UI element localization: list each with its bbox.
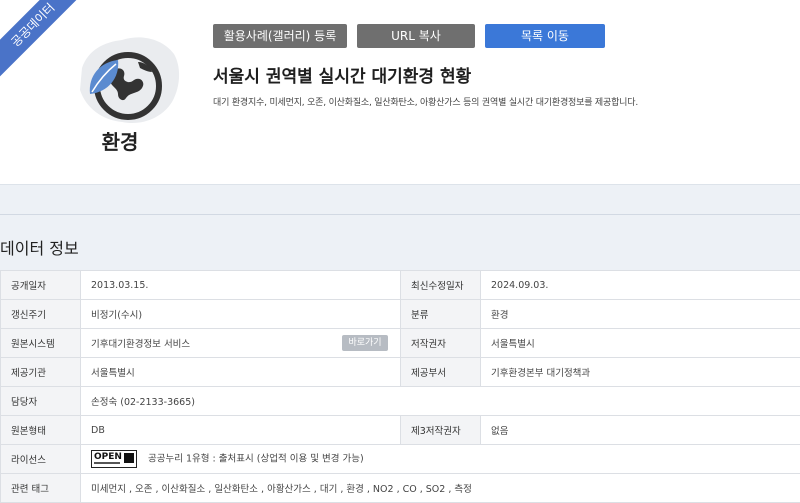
table-row: 제공기관 서울특별시 제공부서 기후환경본부 대기정책과: [1, 358, 800, 387]
table-row: 원본시스템 기후대기환경정보 서비스 바로가기 저작권자 서울특별시: [1, 329, 800, 358]
table-row: 공개일자 2013.03.15. 최신수정일자 2024.09.03.: [1, 271, 800, 300]
gallery-register-button[interactable]: 활용사례(갤러리) 등록: [213, 24, 347, 48]
tags-value: 미세먼지 , 오존 , 이산화질소 , 일산화탄소 , 아황산가스 , 대기 ,…: [81, 474, 800, 503]
category-label: 환경: [60, 126, 180, 155]
source-system-value: 기후대기환경정보 서비스: [91, 339, 190, 350]
update-cycle-value: 비정기(수시): [81, 300, 401, 329]
data-info-table: 공개일자 2013.03.15. 최신수정일자 2024.09.03. 갱신주기…: [0, 270, 800, 503]
copyright-value: 서울특별시: [481, 329, 800, 358]
license-value: 공공누리 1유형 : 출처표시 (상업적 이용 및 변경 가능): [148, 454, 364, 465]
table-row: 원본형태 DB 제3저작권자 없음: [1, 416, 800, 445]
last-modified-label: 최신수정일자: [401, 271, 481, 300]
license-label: 라이선스: [1, 445, 81, 474]
environment-globe-icon: [74, 28, 184, 133]
provider-value: 서울특별시: [81, 358, 401, 387]
section-divider: [0, 214, 800, 215]
source-system-cell: 기후대기환경정보 서비스 바로가기: [81, 329, 401, 358]
format-label: 원본형태: [1, 416, 81, 445]
go-to-source-button[interactable]: 바로가기: [342, 335, 388, 351]
last-modified-value: 2024.09.03.: [481, 271, 800, 300]
section-title: 데이터 정보: [0, 235, 79, 259]
dept-label: 제공부서: [401, 358, 481, 387]
third-party-label: 제3저작권자: [401, 416, 481, 445]
dataset-header-card: 공공데이터 환경 활용사례(갤러리) 등록 URL 복사 목록 이동 서울시 권…: [0, 0, 800, 185]
provider-label: 제공기관: [1, 358, 81, 387]
copyright-label: 저작권자: [401, 329, 481, 358]
contact-label: 담당자: [1, 387, 81, 416]
source-system-label: 원본시스템: [1, 329, 81, 358]
table-row: 담당자 손정숙 (02-2133-3665): [1, 387, 800, 416]
url-copy-button[interactable]: URL 복사: [357, 24, 475, 48]
table-row: 갱신주기 비정기(수시) 분류 환경: [1, 300, 800, 329]
dept-value: 기후환경본부 대기정책과: [481, 358, 800, 387]
tags-label: 관련 태그: [1, 474, 81, 503]
category-field-label: 분류: [401, 300, 481, 329]
public-date-value: 2013.03.15.: [81, 271, 401, 300]
format-value: DB: [81, 416, 401, 445]
table-row: 관련 태그 미세먼지 , 오존 , 이산화질소 , 일산화탄소 , 아황산가스 …: [1, 474, 800, 503]
dataset-title: 서울시 권역별 실시간 대기환경 현황: [213, 62, 471, 87]
open-license-icon: OPEN: [91, 450, 137, 468]
third-party-value: 없음: [481, 416, 800, 445]
public-date-label: 공개일자: [1, 271, 81, 300]
list-move-button[interactable]: 목록 이동: [485, 24, 605, 48]
category-field-value: 환경: [481, 300, 800, 329]
table-row: 라이선스 OPEN 공공누리 1유형 : 출처표시 (상업적 이용 및 변경 가…: [1, 445, 800, 474]
license-cell: OPEN 공공누리 1유형 : 출처표시 (상업적 이용 및 변경 가능): [81, 445, 800, 474]
dataset-description: 대기 환경지수, 미세먼지, 오존, 이산화질소, 일산화탄소, 아황산가스 등…: [213, 95, 638, 108]
contact-value: 손정숙 (02-2133-3665): [81, 387, 800, 416]
update-cycle-label: 갱신주기: [1, 300, 81, 329]
